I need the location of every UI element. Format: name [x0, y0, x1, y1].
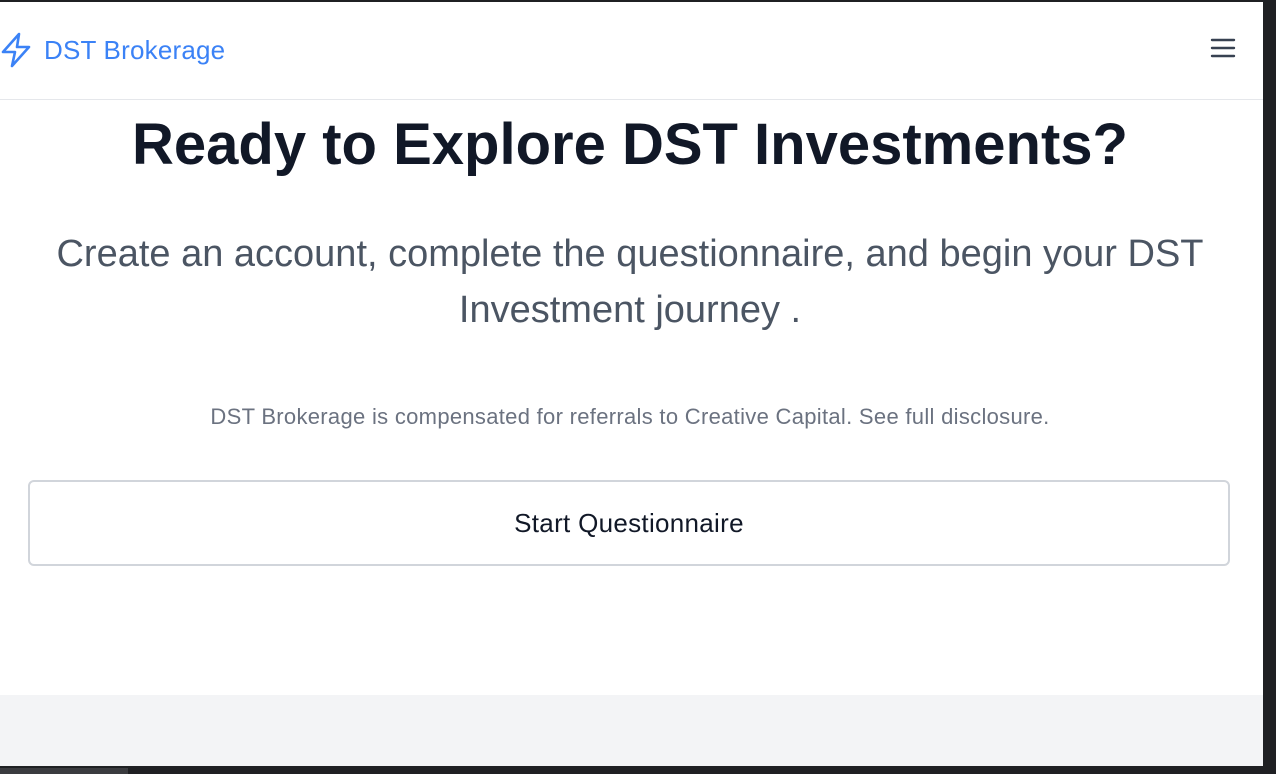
- top-navbar: DST Brokerage: [0, 2, 1263, 100]
- hero-subheading: Create an account, complete the question…: [56, 233, 1204, 331]
- brand-logo-link[interactable]: DST Brokerage: [0, 32, 225, 68]
- compensation-disclosure: DST Brokerage is compensated for referra…: [210, 404, 1050, 429]
- window-bottom-tab: [0, 768, 128, 774]
- hero-headline: Ready to Explore DST Investments?: [132, 112, 1128, 177]
- hamburger-menu-icon: [1210, 37, 1236, 64]
- bolt-icon: [0, 32, 34, 68]
- footer-section: [0, 695, 1263, 766]
- hamburger-menu-button[interactable]: [1209, 37, 1237, 63]
- brand-name: DST Brokerage: [44, 34, 226, 65]
- browser-viewport: DST Brokerage Ready to Explore DST Inves…: [0, 2, 1263, 766]
- start-questionnaire-button[interactable]: Start Questionnaire: [28, 480, 1230, 566]
